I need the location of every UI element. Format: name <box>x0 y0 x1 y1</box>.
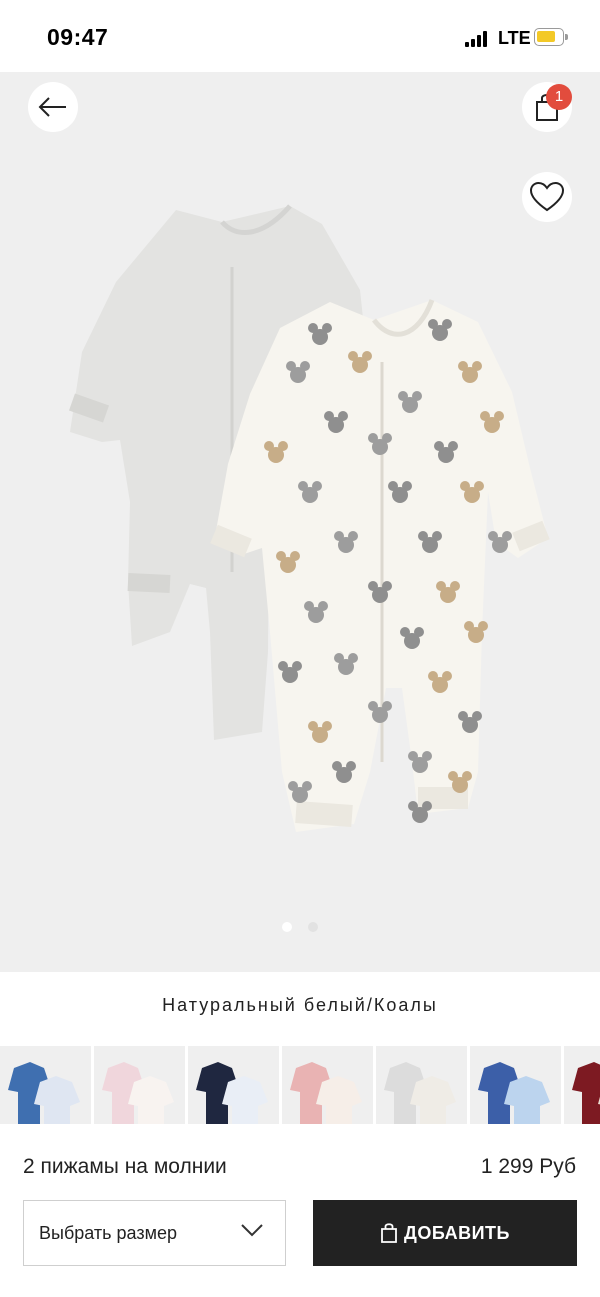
color-swatch-blue-elephant[interactable] <box>470 1046 561 1126</box>
gallery-dot-1[interactable] <box>282 922 292 932</box>
swatch-thumbnail <box>384 1062 456 1126</box>
color-swatch-navy-stripes[interactable] <box>188 1046 279 1126</box>
back-button[interactable] <box>28 82 78 132</box>
chevron-down-icon <box>241 1224 263 1237</box>
color-name: Натуральный белый/Коалы <box>162 995 438 1015</box>
swatch-thumbnail <box>572 1062 600 1126</box>
shopping-bag-icon <box>381 1223 397 1243</box>
color-swatches <box>0 1046 600 1126</box>
swatch-thumbnail <box>290 1062 362 1126</box>
size-select-label: Выбрать размер <box>39 1223 177 1243</box>
color-swatch-blue-stripes[interactable] <box>0 1046 91 1126</box>
color-swatch-pink-print[interactable] <box>94 1046 185 1126</box>
cart-count-badge: 1 <box>546 84 572 110</box>
color-swatch-burgundy[interactable] <box>564 1046 600 1126</box>
add-to-cart-label: ДОБАВИТЬ <box>404 1222 510 1243</box>
color-swatch-pink-bunny[interactable] <box>282 1046 373 1126</box>
size-select[interactable]: Выбрать размер <box>23 1200 286 1266</box>
gallery-dot-2[interactable] <box>308 922 318 932</box>
color-swatch-grey-koala[interactable] <box>376 1046 467 1126</box>
status-time: 09:47 <box>47 24 109 50</box>
swatch-thumbnail <box>478 1062 550 1126</box>
add-to-cart-button[interactable]: ДОБАВИТЬ <box>313 1200 577 1266</box>
status-bar: 09:47 LTE <box>0 0 600 72</box>
favorite-button[interactable] <box>522 172 572 222</box>
swatch-thumbnail <box>102 1062 174 1126</box>
swatch-thumbnail <box>8 1062 80 1126</box>
network-label: LTE <box>498 28 531 48</box>
product-name: 2 пижамы на молнии <box>23 1155 227 1178</box>
arrow-left-icon <box>38 97 66 117</box>
swatch-thumbnail <box>196 1062 268 1126</box>
gallery-pagination <box>280 922 320 934</box>
koala-onesie <box>210 299 550 832</box>
battery-icon <box>534 28 568 46</box>
heart-icon <box>530 182 564 212</box>
product-image <box>69 204 550 832</box>
product-image-gallery[interactable] <box>0 72 600 972</box>
product-price: 1 299 Руб <box>480 1155 576 1178</box>
signal-icon <box>465 31 491 47</box>
